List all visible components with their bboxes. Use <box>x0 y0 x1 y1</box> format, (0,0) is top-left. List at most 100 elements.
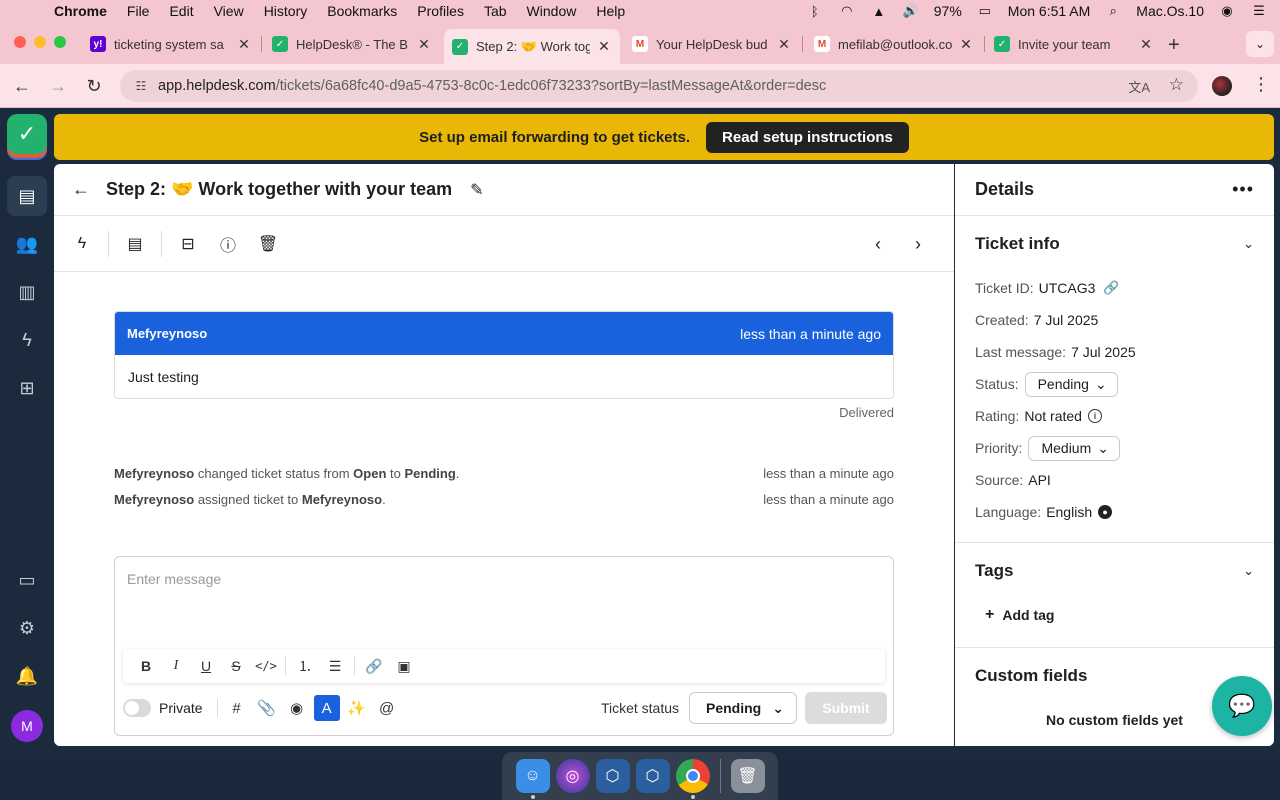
tab-close-icon[interactable]: ✕ <box>596 38 612 55</box>
ticket-status-select[interactable]: Pending ⌄ <box>689 692 797 724</box>
microphone-icon[interactable]: ● <box>1098 505 1113 519</box>
forward-arrow-icon[interactable]: → <box>46 74 70 98</box>
menu-app-name[interactable]: Chrome <box>54 3 107 19</box>
back-arrow-icon[interactable]: ← <box>72 179 96 200</box>
bulleted-list-icon[interactable]: ☰ <box>320 653 350 679</box>
siri-icon[interactable]: ◉ <box>1218 2 1236 20</box>
code-icon[interactable]: </> <box>251 653 281 679</box>
message-input[interactable]: Enter message <box>127 571 221 587</box>
macros-lightning-icon[interactable]: ϟ <box>62 224 102 264</box>
italic-icon[interactable]: I <box>161 653 191 679</box>
chat-widget-icon[interactable]: 💬 <box>1212 676 1272 736</box>
previous-ticket-chevron-icon[interactable]: ‹ <box>858 224 898 264</box>
browser-tab[interactable]: ✓ HelpDesk® - The B ✕ <box>264 29 440 59</box>
next-ticket-chevron-icon[interactable]: › <box>898 224 938 264</box>
automation-icon[interactable]: ϟ <box>7 320 47 360</box>
chrome-menu-icon[interactable]: ⋮ <box>1252 74 1270 95</box>
edit-pencil-icon[interactable]: ✎ <box>470 180 483 200</box>
wifi-icon[interactable]: ◠ <box>838 2 856 20</box>
customers-icon[interactable]: 👥 <box>7 224 47 264</box>
priority-dropdown[interactable]: Medium ⌄ <box>1028 435 1120 461</box>
clock[interactable]: Mon 6:51 AM <box>1008 3 1091 19</box>
billing-icon[interactable]: ▭ <box>7 560 47 600</box>
bluetooth-icon[interactable]: ᛒ <box>806 2 824 20</box>
finder-icon[interactable]: ☺ <box>515 759 550 799</box>
tab-close-icon[interactable]: ✕ <box>1138 36 1154 53</box>
window-minimize-button[interactable] <box>34 36 46 48</box>
menu-tab[interactable]: Tab <box>484 3 507 19</box>
profile-avatar[interactable] <box>1212 76 1232 96</box>
browser-tab-active[interactable]: ✓ Step 2: 🤝 Work tog ✕ <box>444 29 620 64</box>
trash-icon[interactable]: 🗑 <box>730 759 765 793</box>
reports-icon[interactable]: ▥ <box>7 272 47 312</box>
back-arrow-icon[interactable]: ← <box>10 74 34 98</box>
menu-window[interactable]: Window <box>527 3 577 19</box>
siri-icon[interactable]: ◎ <box>555 759 590 793</box>
chevron-down-icon[interactable]: ⌄ <box>1243 236 1254 252</box>
menu-bookmarks[interactable]: Bookmarks <box>327 3 397 19</box>
browser-tab[interactable]: M mefilab@outlook.co ✕ <box>806 29 982 59</box>
mark-spam-icon[interactable]: ⓘ <box>208 224 248 264</box>
spotlight-search-icon[interactable]: ⌕ <box>1104 2 1122 20</box>
menu-edit[interactable]: Edit <box>169 3 193 19</box>
hashtag-icon[interactable]: # <box>222 695 252 721</box>
ticket-info-section-header[interactable]: Ticket info ⌄ <box>955 216 1274 272</box>
browser-tab[interactable]: ✓ Invite your team ✕ <box>986 29 1162 59</box>
tab-close-icon[interactable]: ✕ <box>776 36 792 53</box>
new-tab-plus-icon[interactable]: + <box>1168 34 1180 57</box>
airplay-icon[interactable]: ▲ <box>870 2 888 20</box>
tickets-icon[interactable]: ▤ <box>7 176 47 216</box>
bookmark-star-icon[interactable]: ☆ <box>1169 75 1184 95</box>
ticket-summary-icon[interactable]: ▤ <box>115 224 155 264</box>
tab-close-icon[interactable]: ✕ <box>958 36 974 53</box>
bold-icon[interactable]: B <box>131 653 161 679</box>
menubar-username[interactable]: Mac.Os.10 <box>1136 3 1204 19</box>
menu-profiles[interactable]: Profiles <box>417 3 464 19</box>
settings-gear-icon[interactable]: ⚙ <box>7 608 47 648</box>
strikethrough-icon[interactable]: S <box>221 653 251 679</box>
notifications-bell-icon[interactable]: 🔔 <box>7 656 47 696</box>
add-tag-button[interactable]: + Add tag <box>955 599 1274 631</box>
helpdesk-logo-icon[interactable]: ✓ <box>7 114 47 154</box>
info-icon[interactable]: i <box>1087 409 1102 423</box>
archive-icon[interactable]: ⊟ <box>168 224 208 264</box>
window-close-button[interactable] <box>14 36 26 48</box>
more-options-icon[interactable]: ••• <box>1232 179 1254 200</box>
read-setup-instructions-button[interactable]: Read setup instructions <box>706 121 909 153</box>
translate-icon[interactable]: 文A <box>1128 77 1150 96</box>
delete-trash-icon[interactable]: 🗑 <box>248 224 288 264</box>
virtualbox-icon[interactable]: ⬡ <box>595 759 630 793</box>
battery-icon[interactable]: ▭ <box>976 2 994 20</box>
record-icon[interactable]: ◉ <box>282 695 312 721</box>
integrations-icon[interactable]: ⊞ <box>7 368 47 408</box>
link-icon[interactable]: 🔗 <box>359 653 389 679</box>
ai-magic-wand-icon[interactable]: ✨ <box>342 695 372 721</box>
tags-section-header[interactable]: Tags ⌄ <box>955 543 1274 599</box>
copy-link-icon[interactable]: 🔗 <box>1103 280 1119 296</box>
url-text[interactable]: app.helpdesk.com/tickets/6a68fc40-d9a5-4… <box>158 78 826 94</box>
attachment-paperclip-icon[interactable]: 📎 <box>252 695 282 721</box>
volume-icon[interactable]: 🔊 <box>902 2 920 20</box>
control-center-icon[interactable]: ☰ <box>1250 2 1268 20</box>
text-color-icon[interactable]: A <box>313 695 340 721</box>
chevron-down-icon[interactable]: ⌄ <box>1243 563 1254 579</box>
mention-at-icon[interactable]: @ <box>372 695 402 721</box>
tab-search-chevron-icon[interactable]: ⌄ <box>1246 31 1274 57</box>
private-toggle[interactable] <box>123 699 151 717</box>
menu-file[interactable]: File <box>127 3 150 19</box>
underline-icon[interactable]: U <box>191 653 221 679</box>
site-settings-icon[interactable]: ☷ <box>132 79 150 93</box>
browser-tab[interactable]: M Your HelpDesk bud ✕ <box>624 29 800 59</box>
user-avatar[interactable]: M <box>11 710 43 742</box>
image-icon[interactable]: ▣ <box>389 653 419 679</box>
numbered-list-icon[interactable]: ⒈ <box>290 653 320 679</box>
chrome-icon[interactable] <box>675 759 710 799</box>
virtualbox-icon[interactable]: ⬡ <box>635 759 670 793</box>
reload-icon[interactable]: ↻ <box>82 74 106 98</box>
browser-tab[interactable]: y! ticketing system sa ✕ <box>82 29 260 59</box>
address-bar[interactable]: ☷ app.helpdesk.com/tickets/6a68fc40-d9a5… <box>120 70 1198 102</box>
submit-button[interactable]: Submit <box>805 692 887 724</box>
menu-help[interactable]: Help <box>596 3 625 19</box>
status-dropdown[interactable]: Pending ⌄ <box>1024 371 1118 397</box>
tab-close-icon[interactable]: ✕ <box>236 36 252 53</box>
